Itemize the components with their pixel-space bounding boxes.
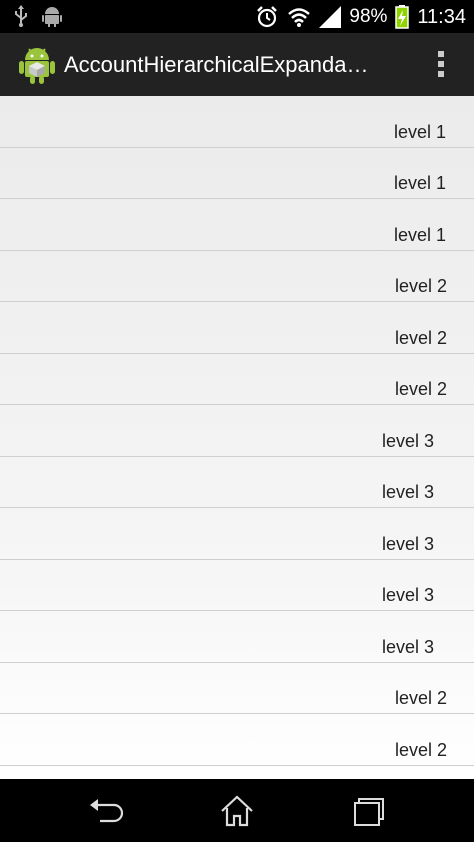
list-item-label: level 2: [394, 688, 447, 708]
home-icon[interactable]: [217, 793, 257, 829]
alarm-icon: [255, 5, 279, 29]
hierarchical-list[interactable]: level 1 level 1 level 1 level 2 level 2 …: [0, 96, 474, 779]
list-item-label: level 1: [393, 224, 446, 245]
clock: 11:34: [417, 6, 466, 28]
list-item[interactable]: level 2: [0, 663, 474, 714]
status-bar: 98% 11:34: [0, 0, 474, 33]
list-item-label: level 2: [394, 276, 447, 296]
list-item-label: level 3: [381, 585, 434, 605]
list-item-label: level 3: [381, 533, 434, 554]
overflow-menu-icon[interactable]: [434, 51, 448, 79]
list-item-label: level 3: [381, 482, 434, 502]
wifi-icon: [287, 6, 311, 28]
list-item-label: level 2: [394, 327, 447, 348]
signal-icon: [319, 6, 342, 28]
list-item-label: level 1: [393, 121, 446, 142]
list-item[interactable]: level 2: [0, 714, 474, 766]
list-item[interactable]: level 2: [0, 302, 474, 354]
list-item[interactable]: level 1: [0, 199, 474, 251]
list-item[interactable]: level 2: [0, 251, 474, 302]
list-item-label: level 3: [381, 430, 434, 451]
recent-apps-icon[interactable]: [349, 793, 389, 829]
battery-percent: 98%: [349, 6, 388, 27]
list-item[interactable]: level 3: [0, 560, 474, 611]
android-app-icon[interactable]: [18, 45, 56, 85]
page-title: AccountHierarchicalExpanda…: [64, 52, 369, 77]
list-item-label: level 1: [393, 173, 446, 193]
list-item[interactable]: level 1: [0, 96, 474, 148]
navigation-bar: [0, 779, 474, 842]
list-item[interactable]: level 3: [0, 508, 474, 560]
battery-charging-icon: [395, 5, 410, 29]
list-item[interactable]: level 3: [0, 457, 474, 508]
list-item[interactable]: level 3: [0, 405, 474, 457]
list-item-label: level 3: [381, 636, 434, 657]
usb-icon: [14, 5, 28, 27]
list-item-label: level 2: [394, 739, 447, 760]
list-item[interactable]: level 1: [0, 148, 474, 199]
android-debug-icon: [42, 5, 62, 27]
list-item-label: level 2: [394, 379, 447, 399]
action-bar: AccountHierarchicalExpanda…: [0, 33, 474, 96]
back-icon[interactable]: [86, 793, 126, 829]
list-item[interactable]: level 3: [0, 611, 474, 663]
list-item[interactable]: level 2: [0, 354, 474, 405]
